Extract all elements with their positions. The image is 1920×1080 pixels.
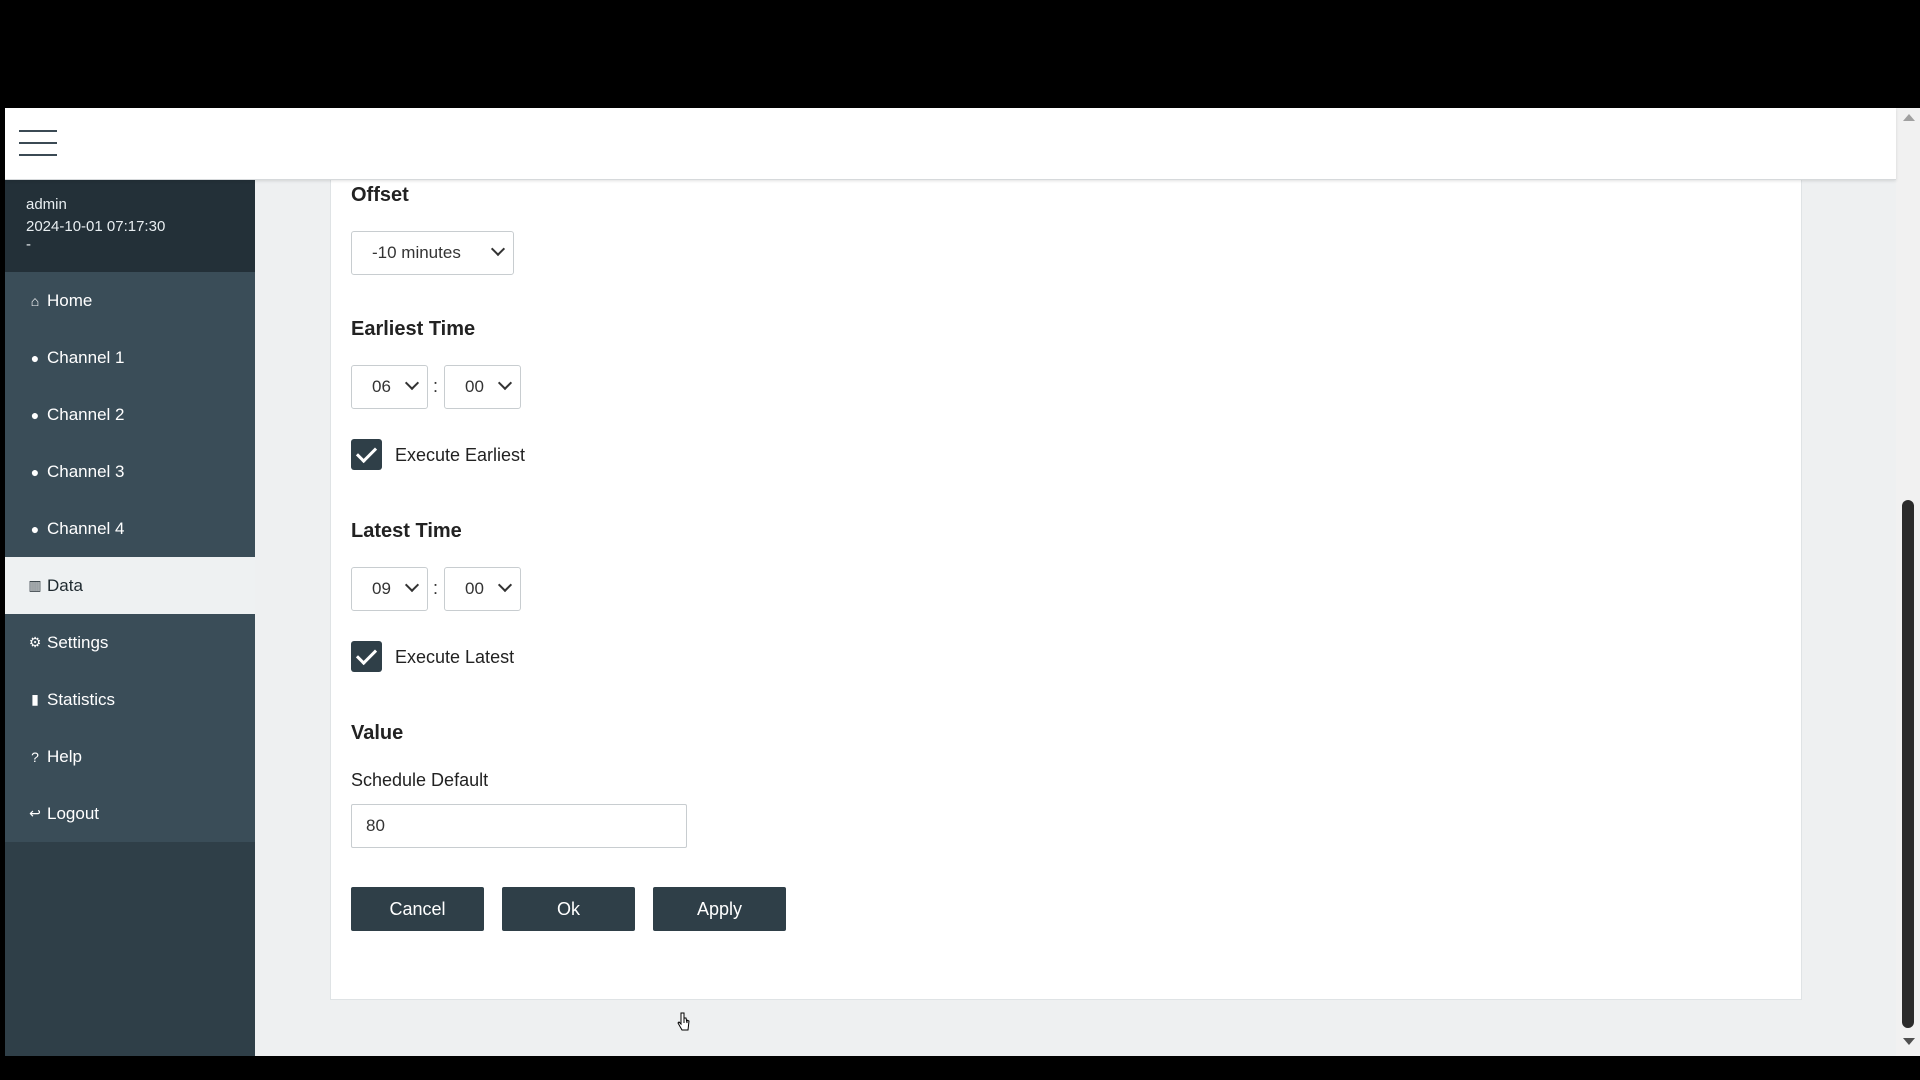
- bulb-icon: ●: [30, 520, 40, 537]
- execute-latest-checkbox[interactable]: [351, 641, 382, 672]
- vertical-scrollbar[interactable]: [1896, 108, 1920, 1056]
- top-bar: [5, 108, 1896, 180]
- main-content: Offset -10 minutes Earliest Time 06 : 00…: [255, 180, 1896, 1056]
- sidebar-item-label: Help: [47, 746, 82, 766]
- sidebar-item-settings[interactable]: ⚙ Settings: [5, 614, 255, 671]
- mouse-cursor-icon: [677, 1012, 690, 1031]
- gear-icon: ⚙: [28, 634, 42, 650]
- chevron-down-icon: [497, 375, 513, 391]
- time-separator: :: [433, 578, 439, 598]
- sidebar-item-label: Data: [47, 575, 83, 595]
- sidebar-item-channel-3[interactable]: ● Channel 3: [5, 443, 255, 500]
- latest-hour-value: 09: [372, 579, 391, 598]
- hamburger-menu-icon[interactable]: [19, 128, 57, 158]
- offset-label: Offset: [351, 184, 409, 206]
- bulb-icon: ●: [30, 406, 40, 423]
- sidebar-item-label: Settings: [47, 632, 109, 652]
- time-separator: :: [433, 376, 439, 396]
- user-extra: -: [26, 236, 31, 253]
- logout-icon: ↩: [29, 805, 41, 821]
- sidebar-item-home[interactable]: ⌂ Home: [5, 272, 255, 329]
- app-window: admin 2024-10-01 07:17:30 - ⌂ Home ● Cha…: [5, 108, 1920, 1056]
- user-info: admin 2024-10-01 07:17:30 -: [5, 180, 255, 272]
- sidebar-item-label: Home: [47, 290, 93, 310]
- sidebar-item-label: Statistics: [47, 689, 116, 709]
- scroll-down-arrow-icon[interactable]: [1903, 1038, 1915, 1045]
- earliest-time-label: Earliest Time: [351, 318, 476, 340]
- scroll-thumb[interactable]: [1902, 500, 1914, 1028]
- sidebar-nav: ⌂ Home ● Channel 1 ● Channel 2 ● Channel…: [5, 272, 255, 842]
- sidebar-item-label: Channel 3: [47, 461, 125, 481]
- user-name: admin: [26, 196, 67, 213]
- value-label: Value: [351, 722, 404, 744]
- schedule-default-input[interactable]: [351, 804, 687, 848]
- screen-top-border: [0, 0, 1920, 106]
- earliest-minute-value: 00: [465, 377, 484, 396]
- execute-earliest-label: Execute Earliest: [395, 445, 526, 465]
- execute-latest-label: Execute Latest: [395, 647, 515, 667]
- latest-hour-select[interactable]: 09: [351, 567, 428, 611]
- scroll-up-arrow-icon[interactable]: [1903, 114, 1915, 121]
- execute-earliest-checkbox[interactable]: [351, 439, 382, 470]
- chart-icon: ▥: [28, 577, 42, 593]
- bulb-icon: ●: [30, 463, 40, 480]
- sidebar: admin 2024-10-01 07:17:30 - ⌂ Home ● Cha…: [5, 180, 255, 1056]
- sidebar-item-help[interactable]: ? Help: [5, 728, 255, 785]
- offset-select[interactable]: -10 minutes: [351, 231, 514, 275]
- earliest-hour-value: 06: [372, 377, 391, 396]
- schedule-form-card: Offset -10 minutes Earliest Time 06 : 00…: [330, 180, 1802, 1000]
- chevron-down-icon: [404, 577, 420, 593]
- sidebar-item-label: Channel 1: [47, 347, 125, 367]
- offset-value: -10 minutes: [372, 243, 461, 262]
- latest-minute-select[interactable]: 00: [444, 567, 521, 611]
- sidebar-item-channel-4[interactable]: ● Channel 4: [5, 500, 255, 557]
- cancel-button[interactable]: Cancel: [351, 887, 484, 931]
- user-datetime: 2024-10-01 07:17:30: [26, 218, 166, 235]
- document-icon: ▮: [31, 691, 39, 707]
- screen-bottom-border: [0, 1056, 1920, 1080]
- sidebar-item-label: Channel 2: [47, 404, 125, 424]
- sidebar-item-data[interactable]: ▥ Data: [5, 557, 255, 614]
- chevron-down-icon: [497, 577, 513, 593]
- bulb-icon: ●: [30, 349, 40, 366]
- latest-time-label: Latest Time: [351, 520, 462, 542]
- earliest-hour-select[interactable]: 06: [351, 365, 428, 409]
- sidebar-item-logout[interactable]: ↩ Logout: [5, 785, 255, 842]
- schedule-default-label: Schedule Default: [351, 770, 489, 790]
- latest-minute-value: 00: [465, 579, 484, 598]
- earliest-minute-select[interactable]: 00: [444, 365, 521, 409]
- sidebar-item-label: Logout: [47, 803, 99, 823]
- help-icon: ?: [31, 748, 39, 765]
- ok-button[interactable]: Ok: [502, 887, 635, 931]
- sidebar-item-channel-1[interactable]: ● Channel 1: [5, 329, 255, 386]
- sidebar-item-channel-2[interactable]: ● Channel 2: [5, 386, 255, 443]
- sidebar-item-statistics[interactable]: ▮ Statistics: [5, 671, 255, 728]
- chevron-down-icon: [404, 375, 420, 391]
- sidebar-item-label: Channel 4: [47, 518, 125, 538]
- apply-button[interactable]: Apply: [653, 887, 786, 931]
- chevron-down-icon: [490, 241, 506, 257]
- home-icon: ⌂: [30, 292, 40, 309]
